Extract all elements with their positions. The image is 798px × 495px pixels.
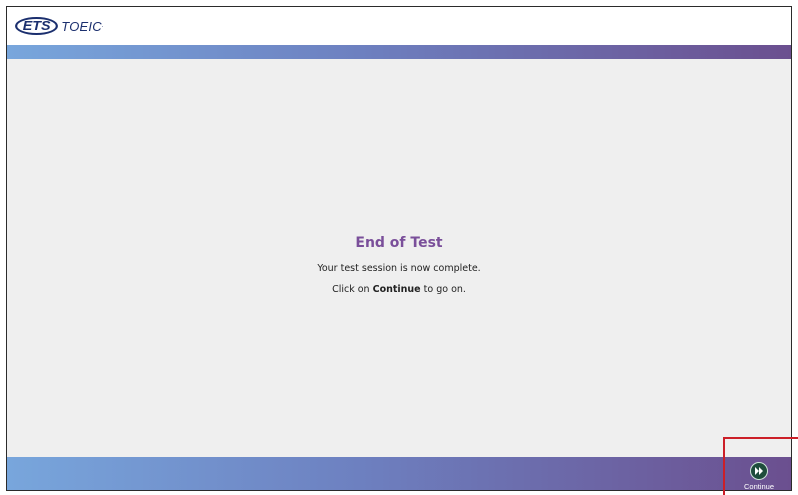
fast-forward-icon [750, 461, 768, 480]
logo-ets-text: ETS [15, 17, 59, 35]
continue-label: Continue [743, 481, 775, 491]
main-content: End of Test Your test session is now com… [7, 59, 791, 457]
ets-toeic-logo: ETS TOEIC . [15, 16, 104, 36]
end-of-test-message: End of Test Your test session is now com… [7, 235, 791, 305]
continue-instruction: Click on Continue to go on. [7, 284, 791, 295]
top-gradient-bar [7, 45, 791, 59]
logo-mark: . [101, 23, 104, 29]
instruction-bold-continue: Continue [372, 284, 421, 295]
header: ETS TOEIC . [7, 7, 791, 45]
instruction-prefix: Click on [332, 284, 373, 295]
page-title: End of Test [355, 235, 443, 251]
session-complete-text: Your test session is now complete. [317, 263, 481, 274]
logo-toeic-text: TOEIC [61, 18, 102, 34]
instruction-suffix: to go on. [420, 284, 466, 295]
app-window: ETS TOEIC . End of Test Your test sessio… [6, 6, 792, 491]
bottom-nav-bar: Continue [7, 457, 791, 491]
continue-button[interactable]: Continue [731, 461, 787, 491]
